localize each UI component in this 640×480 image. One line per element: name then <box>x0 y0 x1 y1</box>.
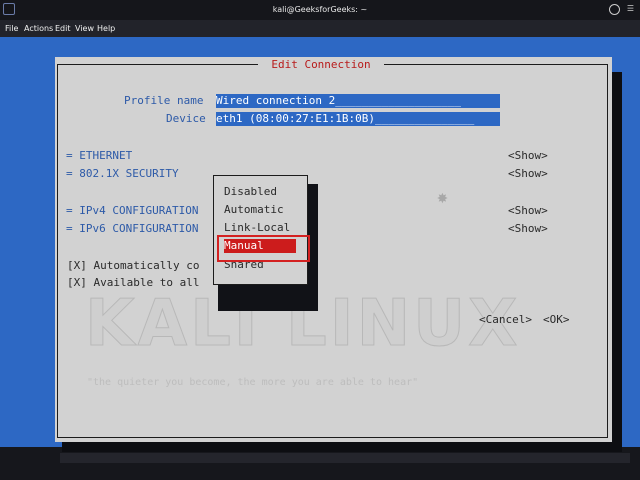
show-8021x-button[interactable]: <Show> <box>508 167 548 181</box>
show-ipv4-button[interactable]: <Show> <box>508 204 548 218</box>
edit-connection-dialog: KALI LINUX "the quieter you become, the … <box>55 57 612 442</box>
cancel-button[interactable]: <Cancel> <box>479 313 532 327</box>
section-ipv4[interactable]: = IPv4 CONFIGURATION <box>66 204 198 218</box>
profile-name-label: Profile name <box>124 94 204 107</box>
profile-name-value: Wired connection 2 <box>216 94 336 107</box>
section-ethernet[interactable]: = ETHERNET <box>66 149 132 163</box>
horizontal-scrollbar[interactable] <box>60 453 630 463</box>
device-label: Device <box>166 112 206 125</box>
menu-file[interactable]: File <box>5 24 18 33</box>
section-8021x-security[interactable]: = 802.1X SECURITY <box>66 167 179 181</box>
ok-button[interactable]: <OK> <box>543 313 570 327</box>
menu-icon[interactable]: ☰ <box>625 4 636 14</box>
menu-edit[interactable]: Edit <box>55 24 71 33</box>
show-ipv6-button[interactable]: <Show> <box>508 222 548 236</box>
section-ipv6[interactable]: = IPv6 CONFIGURATION <box>66 222 198 236</box>
ipv6-method-dropdown: Disabled Automatic Link-Local Manual Sha… <box>213 175 308 285</box>
available-to-all-checkbox[interactable]: [X] Available to all <box>67 276 199 290</box>
profile-name-field[interactable]: Wired connection 2___________________ <box>216 94 500 108</box>
dialog-title: Edit Connection <box>258 57 384 73</box>
manual-highlight-box <box>217 235 310 262</box>
window-title: kali@GeeksforGeeks: ~ <box>272 5 368 14</box>
show-ethernet-button[interactable]: <Show> <box>508 149 548 163</box>
close-icon[interactable] <box>609 4 620 15</box>
device-value: eth1 (08:00:27:E1:1B:0B) <box>216 112 375 125</box>
option-link-local[interactable]: Link-Local <box>224 221 290 235</box>
auto-connect-checkbox[interactable]: [X] Automatically co <box>67 259 199 273</box>
option-disabled[interactable]: Disabled <box>224 185 277 199</box>
menu-view[interactable]: View <box>75 24 94 33</box>
device-field[interactable]: eth1 (08:00:27:E1:1B:0B)_______________ <box>216 112 500 126</box>
menu-actions[interactable]: Actions <box>24 24 53 33</box>
window-titlebar: kali@GeeksforGeeks: ~ ☰ <box>0 0 640 20</box>
menubar: File Actions Edit View Help <box>0 20 640 37</box>
option-automatic[interactable]: Automatic <box>224 203 284 217</box>
menu-help[interactable]: Help <box>97 24 115 33</box>
